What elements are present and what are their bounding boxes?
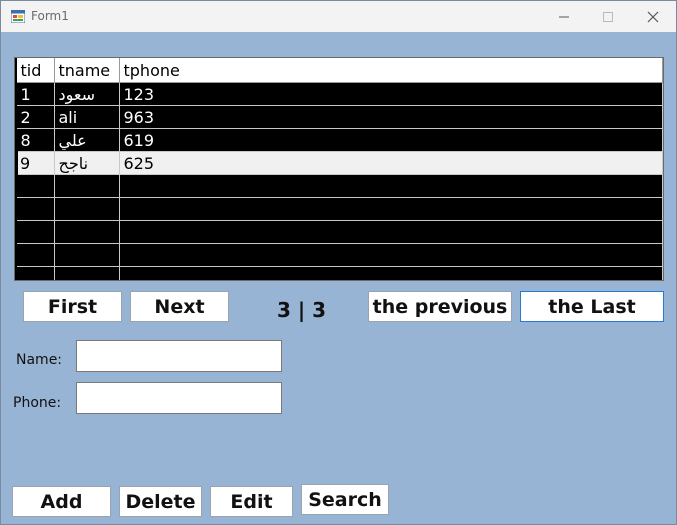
close-icon bbox=[647, 11, 659, 22]
phone-label: Phone: bbox=[13, 395, 62, 411]
search-button[interactable]: Search bbox=[301, 484, 389, 515]
empty-row[interactable] bbox=[16, 243, 663, 267]
cell-tphone[interactable]: 963 bbox=[119, 105, 663, 129]
first-button[interactable]: First bbox=[23, 291, 122, 322]
cell-tname[interactable]: ناجح bbox=[54, 151, 120, 175]
cell-tid[interactable]: 2 bbox=[16, 105, 55, 129]
edit-button[interactable]: Edit bbox=[210, 486, 293, 517]
add-button[interactable]: Add bbox=[12, 486, 111, 517]
column-header-tname[interactable]: tname bbox=[54, 58, 120, 83]
delete-button[interactable]: Delete bbox=[119, 486, 202, 517]
empty-row[interactable] bbox=[16, 174, 663, 198]
minimize-icon bbox=[559, 16, 569, 17]
window-title: Form1 bbox=[31, 9, 69, 23]
cell-tname[interactable]: سعود bbox=[54, 82, 120, 106]
table-row[interactable]: 1 سعود 123 bbox=[16, 82, 663, 106]
data-grid[interactable]: tid tname tphone 1 سعود 123 2 ali 963 8 bbox=[14, 57, 664, 281]
cell-tid[interactable]: 9 bbox=[15, 151, 55, 175]
empty-row[interactable] bbox=[16, 266, 663, 280]
next-button[interactable]: Next bbox=[130, 291, 229, 322]
app-icon bbox=[11, 10, 25, 23]
column-header-tid[interactable]: tid bbox=[16, 58, 55, 83]
previous-button[interactable]: the previous bbox=[368, 291, 512, 322]
cell-tphone[interactable]: 625 bbox=[119, 151, 663, 175]
maximize-button[interactable] bbox=[585, 1, 631, 32]
column-header-tphone[interactable]: tphone bbox=[119, 58, 663, 83]
cell-tphone[interactable]: 619 bbox=[119, 128, 663, 152]
empty-row[interactable] bbox=[16, 220, 663, 244]
close-button[interactable] bbox=[630, 1, 676, 32]
phone-input[interactable] bbox=[76, 382, 282, 414]
title-bar[interactable]: Form1 bbox=[1, 1, 676, 32]
cell-tid[interactable]: 1 bbox=[16, 82, 55, 106]
record-counter: 3 | 3 bbox=[277, 298, 327, 322]
table-row-selected[interactable]: 9 ناجح 625 bbox=[15, 151, 663, 175]
cell-tid[interactable]: 8 bbox=[16, 128, 55, 152]
grid-header-row: tid tname tphone bbox=[16, 58, 663, 83]
cell-tname[interactable]: ali bbox=[54, 105, 120, 129]
name-input[interactable] bbox=[76, 340, 282, 372]
maximize-icon bbox=[603, 11, 613, 22]
cell-tphone[interactable]: 123 bbox=[119, 82, 663, 106]
last-button[interactable]: the Last bbox=[520, 291, 664, 322]
cell-tname[interactable]: علي bbox=[54, 128, 120, 152]
form-window: Form1 tid tname tphone 1 سعود 123 2 ali … bbox=[0, 0, 677, 525]
table-row[interactable]: 2 ali 963 bbox=[16, 105, 663, 129]
name-label: Name: bbox=[16, 352, 63, 368]
table-row[interactable]: 8 علي 619 bbox=[16, 128, 663, 152]
minimize-button[interactable] bbox=[541, 1, 587, 32]
empty-row[interactable] bbox=[16, 197, 663, 221]
